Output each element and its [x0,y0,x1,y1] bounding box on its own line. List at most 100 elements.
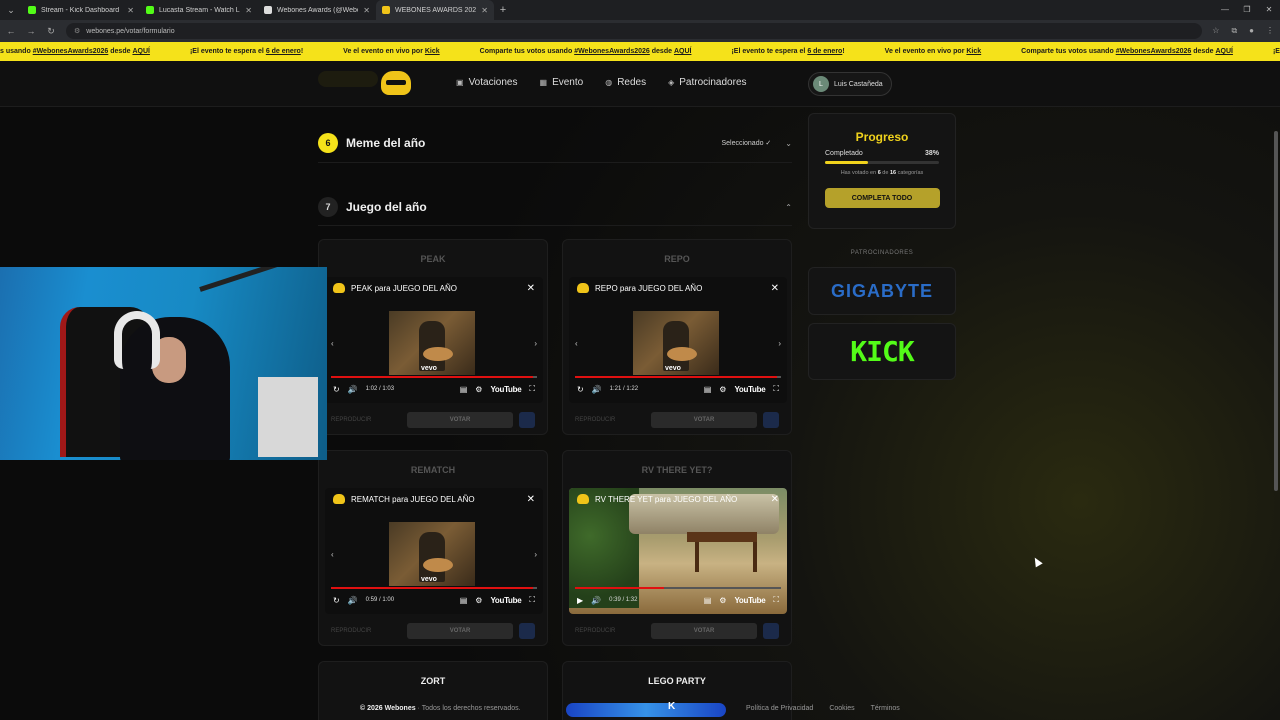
browser-tab[interactable]: Webones Awards (@Webones) ✕ [258,0,376,20]
play-icon[interactable]: ▶ [577,596,583,605]
youtube-logo[interactable]: YouTube [734,596,765,605]
close-icon[interactable]: ✕ [245,6,252,15]
terms-link[interactable]: Términos [871,705,900,712]
marquee-link[interactable]: #WebonesAwards2026 [574,48,650,55]
nav-redes[interactable]: ◍ Redes [605,77,646,88]
url-field[interactable]: ⚙ webones.pe/votar/formulario [66,23,1203,39]
volume-icon[interactable]: 🔊 [592,385,602,394]
video-player[interactable]: vevo REPO para JUEGO DEL AÑO ✕ ‹ › ↻ 🔊 1… [569,277,787,403]
close-icon[interactable]: ✕ [527,283,535,294]
close-icon[interactable]: ✕ [771,283,779,294]
nav-patrocinadores[interactable]: ◈ Patrocinadores [668,77,746,88]
chevron-right-icon[interactable]: › [534,339,537,348]
site-info-icon[interactable]: ⚙ [74,27,80,35]
captions-icon[interactable]: ▤ [460,596,468,605]
share-icon[interactable] [519,623,535,639]
close-icon[interactable]: ✕ [127,6,134,15]
category-row[interactable]: 7 Juego del año ⌃ [318,191,792,223]
settings-icon[interactable]: ⚙ [719,385,726,394]
browser-tab-active[interactable]: WEBONES AWARDS 2026 ✕ [376,0,494,20]
new-tab-icon[interactable]: + [494,4,512,16]
volume-icon[interactable]: 🔊 [591,596,601,605]
bookmark-star-icon[interactable]: ☆ [1212,26,1219,36]
video-progress[interactable] [575,587,781,589]
volume-icon[interactable]: 🔊 [348,596,358,605]
fullscreen-icon[interactable]: ⛶ [529,384,535,394]
video-progress[interactable] [575,376,781,378]
category-row[interactable]: 6 Meme del año Seleccionado ✓ ⌄ [318,127,792,159]
back-icon[interactable]: ← [6,26,16,36]
page-scrollbar[interactable] [1274,131,1278,491]
sponsor-kick[interactable]: KICK [808,323,956,380]
captions-icon[interactable]: ▤ [704,596,712,605]
reload-icon[interactable]: ↻ [46,26,56,37]
close-icon[interactable]: ✕ [481,6,488,15]
replay-icon[interactable]: ↻ [577,385,584,394]
tab-search-icon[interactable]: ⌄ [0,0,22,20]
vote-button[interactable]: VOTAR [651,412,757,428]
marquee-link[interactable]: AQUÍ [674,48,692,55]
forward-icon[interactable]: → [26,26,36,36]
chevron-left-icon[interactable]: ‹ [331,550,334,559]
browser-tab[interactable]: Stream - Kick Dashboard ✕ [22,0,140,20]
chevron-right-icon[interactable]: › [778,339,781,348]
marquee-link[interactable]: AQUÍ [132,48,150,55]
marquee-link[interactable]: Kick [425,48,440,55]
replay-icon[interactable]: ↻ [333,596,340,605]
nav-votaciones[interactable]: ▣ Votaciones [456,77,518,88]
marquee-link[interactable]: #WebonesAwards2026 [33,48,109,55]
youtube-logo[interactable]: YouTube [490,596,521,605]
maximize-icon[interactable]: ❐ [1236,0,1258,20]
video-progress[interactable] [331,587,537,589]
play-button[interactable]: REPRODUCIR [575,628,645,634]
play-button[interactable]: REPRODUCIR [331,417,401,423]
profile-icon[interactable]: ● [1249,26,1254,36]
vote-button[interactable]: VOTAR [651,623,757,639]
fullscreen-icon[interactable]: ⛶ [773,595,779,605]
marquee-link[interactable]: Kick [966,48,981,55]
chevron-left-icon[interactable]: ‹ [331,339,334,348]
fullscreen-icon[interactable]: ⛶ [773,384,779,394]
vote-button[interactable]: VOTAR [407,412,513,428]
complete-all-button[interactable]: COMPLETA TODO [824,188,940,208]
video-progress[interactable] [331,376,537,378]
share-icon[interactable] [519,412,535,428]
browser-tab[interactable]: Lucasta Stream - Watch Live on ✕ [140,0,258,20]
user-menu[interactable]: L Luis Castañeda [808,72,892,96]
menu-icon[interactable]: ⋮ [1266,26,1274,36]
vote-button[interactable]: VOTAR [407,623,513,639]
minimize-icon[interactable]: — [1214,0,1236,20]
settings-icon[interactable]: ⚙ [475,385,482,394]
nav-evento[interactable]: ▦ Evento [540,77,584,88]
extensions-icon[interactable]: ⧉ [1231,26,1237,36]
fullscreen-icon[interactable]: ⛶ [529,595,535,605]
marquee-link[interactable]: 6 de enero [807,48,842,55]
youtube-logo[interactable]: YouTube [490,385,521,394]
webones-logo[interactable] [381,71,411,95]
youtube-logo[interactable]: YouTube [734,385,765,394]
chevron-right-icon[interactable]: › [534,550,537,559]
marquee-link[interactable]: AQUÍ [1215,48,1233,55]
video-player[interactable]: vevo PEAK para JUEGO DEL AÑO ✕ ‹ › ↻ 🔊 1… [325,277,543,403]
captions-icon[interactable]: ▤ [704,385,712,394]
captions-icon[interactable]: ▤ [460,385,468,394]
sponsor-gigabyte[interactable]: GIGABYTE [808,267,956,315]
close-icon[interactable]: ✕ [527,494,535,505]
close-icon[interactable]: ✕ [771,494,779,505]
settings-icon[interactable]: ⚙ [475,596,482,605]
window-close-icon[interactable]: ✕ [1258,0,1280,20]
marquee-link[interactable]: 6 de enero [266,48,301,55]
close-icon[interactable]: ✕ [363,6,370,15]
settings-icon[interactable]: ⚙ [719,596,726,605]
play-button[interactable]: REPRODUCIR [331,628,401,634]
video-player[interactable]: RV THERE YET para JUEGO DEL AÑO ✕ ▶ 🔊 0:… [569,488,787,614]
share-icon[interactable] [763,623,779,639]
volume-icon[interactable]: 🔊 [348,385,358,394]
privacy-link[interactable]: Política de Privacidad [746,705,813,712]
play-button[interactable]: REPRODUCIR [575,417,645,423]
replay-icon[interactable]: ↻ [333,385,340,394]
cookies-link[interactable]: Cookies [829,705,854,712]
video-player[interactable]: vevo REMATCH para JUEGO DEL AÑO ✕ ‹ › ↻ … [325,488,543,614]
chevron-left-icon[interactable]: ‹ [575,339,578,348]
marquee-link[interactable]: #WebonesAwards2026 [1116,48,1192,55]
